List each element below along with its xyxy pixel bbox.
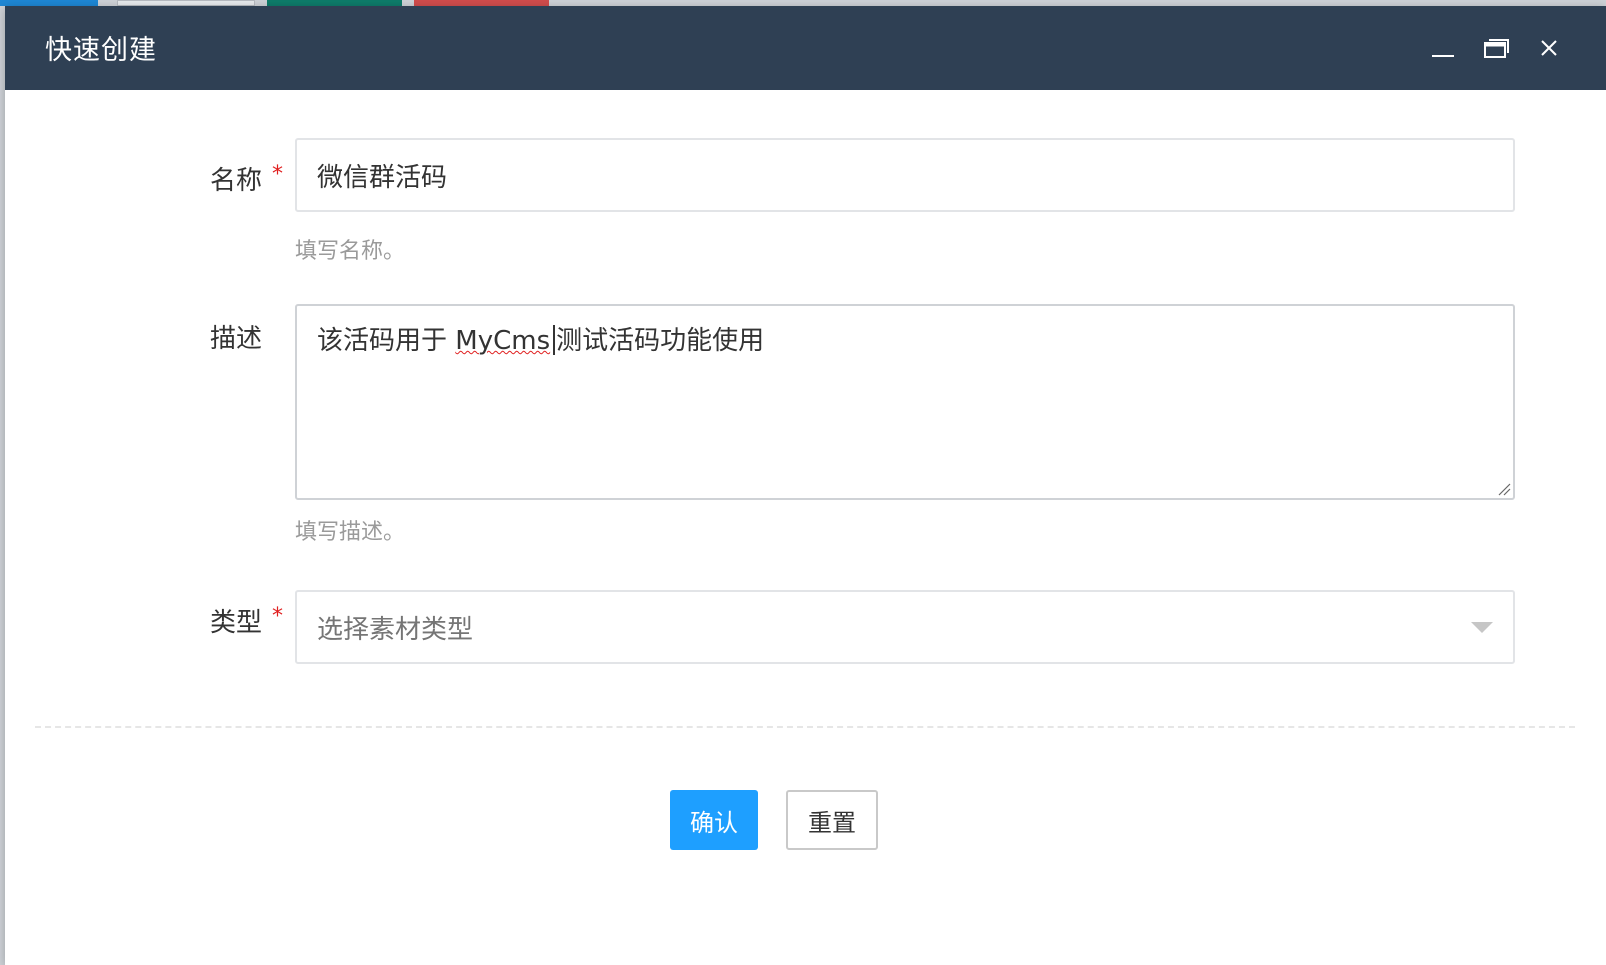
minimize-button[interactable] <box>1423 28 1463 68</box>
description-text-after: 测试活码功能使用 <box>556 326 765 356</box>
name-input[interactable]: 微信群活码 <box>295 138 1515 212</box>
type-select-placeholder: 选择素材类型 <box>317 614 474 645</box>
text-caret <box>553 325 556 355</box>
minimize-icon <box>1432 55 1454 57</box>
description-textarea[interactable]: 该活码用于 MyCms 测试活码功能使用 <box>295 304 1515 500</box>
description-misspelled-word: MyCms <box>455 326 551 356</box>
type-label: 类型 <box>209 608 262 638</box>
close-button[interactable] <box>1529 28 1569 68</box>
chevron-down-icon <box>1471 622 1493 633</box>
description-label: 描述 <box>209 324 262 354</box>
quick-create-modal: 快速创建 名称 * 微信群活码 填写名称。 描述 该活码用于 MyCms 测试活码… <box>5 6 1606 965</box>
description-text-before: 该活码用于 <box>317 326 456 356</box>
maximize-button[interactable] <box>1476 28 1516 68</box>
type-select[interactable]: 选择素材类型 <box>295 590 1515 664</box>
form-divider <box>35 726 1575 728</box>
description-help-text: 填写描述。 <box>295 520 406 545</box>
maximize-icon <box>1484 39 1509 58</box>
name-help-text: 填写名称。 <box>295 239 406 264</box>
type-required-mark: * <box>272 604 283 629</box>
resize-grip-icon[interactable] <box>1495 480 1511 496</box>
modal-header: 快速创建 <box>5 6 1606 90</box>
close-icon <box>1541 40 1557 56</box>
confirm-button[interactable]: 确认 <box>670 790 758 850</box>
reset-button[interactable]: 重置 <box>786 790 878 850</box>
name-required-mark: * <box>272 162 283 187</box>
modal-title: 快速创建 <box>45 35 157 66</box>
name-input-value: 微信群活码 <box>317 162 448 193</box>
name-label: 名称 <box>209 166 262 196</box>
